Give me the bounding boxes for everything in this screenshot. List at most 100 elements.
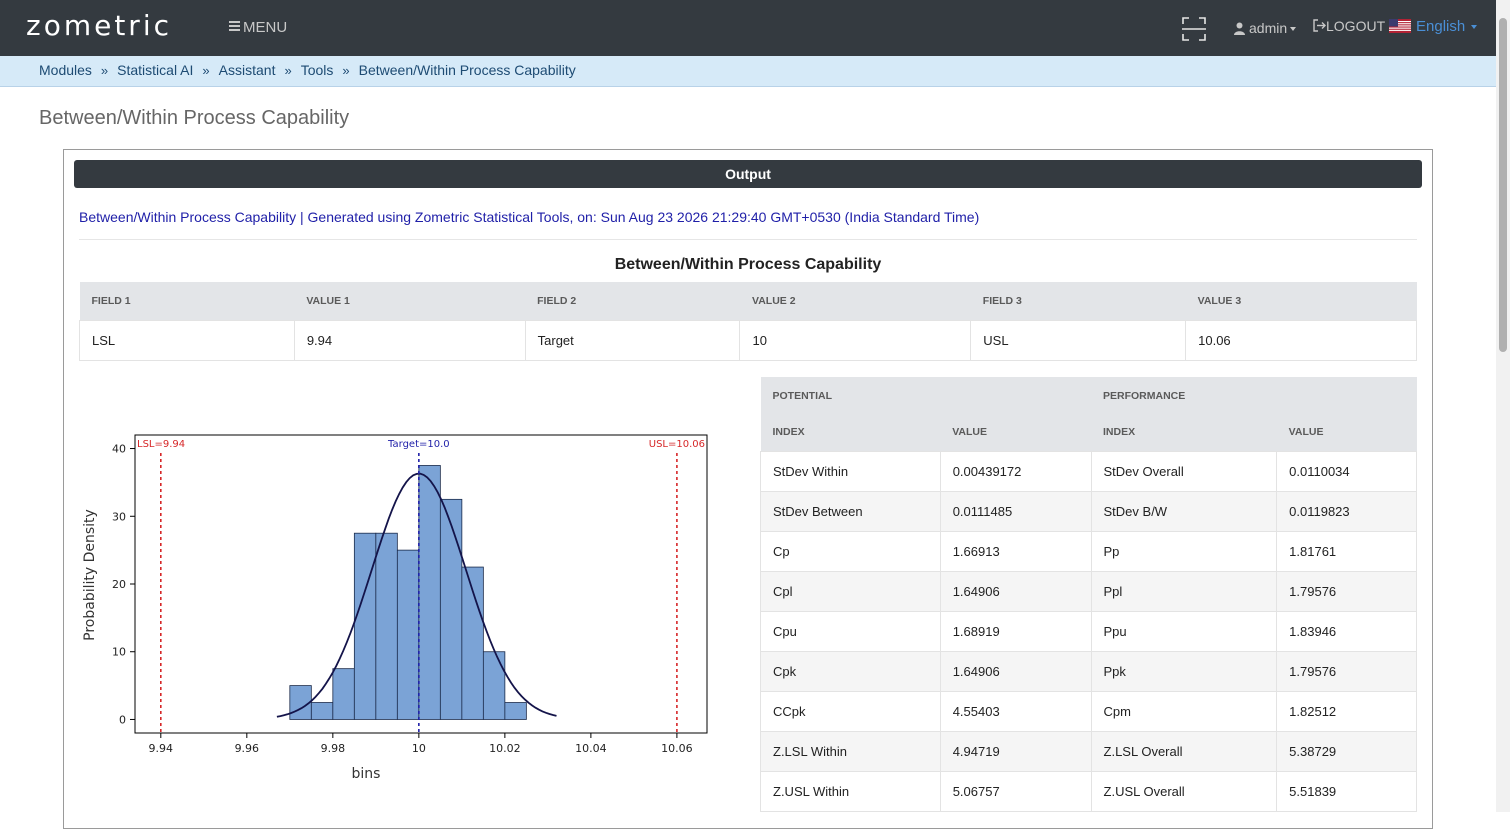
user-name: admin	[1249, 20, 1288, 36]
divider	[79, 239, 1417, 240]
table-cell: Pp	[1090, 530, 1278, 572]
breadcrumb-separator: »	[100, 63, 109, 78]
column-header: FIELD 3	[970, 282, 1186, 320]
logout-button[interactable]: LOGOUT	[1313, 18, 1385, 34]
us-flag-icon	[1389, 19, 1411, 33]
table-cell: Z.USL Within	[760, 770, 941, 812]
column-header: FIELD 1	[79, 282, 295, 320]
x-tick-label: 10.04	[575, 742, 607, 755]
fullscreen-scan-icon[interactable]	[1182, 17, 1206, 41]
reference-line-label: Target=10.0	[387, 439, 450, 450]
table-title: Between/Within Process Capability	[614, 256, 882, 273]
table-cell: Cpm	[1090, 690, 1278, 732]
y-tick-label: 30	[112, 510, 126, 523]
page-scrollbar[interactable]	[1496, 0, 1510, 812]
table-cell: 1.79576	[1276, 570, 1417, 612]
table-cell: 1.64906	[939, 650, 1092, 692]
table-cell: Cpu	[760, 610, 941, 652]
histogram-bar	[375, 532, 398, 720]
x-tick-label: 10.06	[661, 742, 693, 755]
table-cell: 1.68919	[939, 610, 1092, 652]
logout-icon	[1313, 19, 1326, 32]
y-tick-label: 20	[112, 578, 126, 591]
table-cell: Ppk	[1090, 650, 1278, 692]
histogram-bar	[482, 651, 506, 720]
table-cell: Target	[524, 319, 741, 361]
generated-info: Between/Within Process Capability | Gene…	[79, 209, 980, 225]
table-cell: 4.94719	[939, 730, 1092, 772]
table-cell: Z.LSL Overall	[1090, 730, 1278, 772]
column-header: VALUE 2	[739, 282, 971, 320]
column-header: VALUE	[940, 414, 1092, 451]
table-row: StDev Within 0.00439172 StDev Overall 0.011…	[760, 450, 1417, 492]
table-cell: Z.USL Overall	[1090, 770, 1278, 812]
table-row: Cpk 1.64906 Ppk 1.79576	[760, 650, 1417, 692]
breadcrumb-item[interactable]: Modules	[39, 62, 92, 78]
page-title: Between/Within Process Capability	[39, 107, 350, 129]
table-cell: Cpl	[760, 570, 941, 612]
table-cell: 0.0110034	[1276, 450, 1417, 492]
breadcrumb-item[interactable]: Tools	[301, 62, 334, 78]
histogram-bar	[310, 702, 334, 720]
x-tick-label: 9.98	[321, 742, 346, 755]
hamburger-icon	[229, 19, 240, 33]
column-header: INDEX	[760, 414, 941, 451]
table-row: Z.USL Within 5.06757 Z.USL Overall 5.51839	[760, 770, 1417, 812]
table-cell: 1.64906	[939, 570, 1092, 612]
column-header: FIELD 2	[525, 282, 740, 320]
table-cell: StDev Between	[760, 490, 941, 532]
group-header-potential: POTENTIAL	[760, 377, 1092, 414]
table-row: Cp 1.66913 Pp 1.81761	[760, 530, 1417, 572]
table-row: Cpl 1.64906 Ppl 1.79576	[760, 570, 1417, 612]
reference-line-label: LSL=9.94	[137, 439, 185, 450]
table-cell: LSL	[79, 319, 295, 361]
chevron-down-icon	[1471, 25, 1478, 29]
app-logo[interactable]: zometric	[26, 9, 172, 42]
table-cell: 1.82512	[1276, 690, 1417, 732]
breadcrumb-item[interactable]: Assistant	[219, 62, 276, 78]
scrollbar-thumb[interactable]	[1499, 18, 1507, 352]
table-cell: Cpk	[760, 650, 941, 692]
menu-label: MENU	[243, 19, 288, 36]
histogram-bar	[439, 498, 463, 720]
x-tick-label: 10.02	[489, 742, 520, 755]
breadcrumb: Modules » Statistical AI » Assistant » Tools » B…	[0, 56, 1496, 87]
table-row: StDev Between 0.0111485 StDev B/W 0.0119823	[760, 490, 1417, 532]
table-cell: 1.83946	[1276, 610, 1417, 652]
column-header: VALUE 1	[294, 282, 526, 320]
table-row: LSL 9.94 Target 10 USL 10.06	[79, 319, 1417, 361]
user-icon	[1234, 22, 1245, 35]
menu-button[interactable]: MENU	[229, 19, 287, 36]
capability-indices-table: POTENTIAL PERFORMANCE INDEX VALUE INDEX …	[760, 377, 1417, 812]
table-cell: Ppl	[1090, 570, 1278, 612]
table-row: Cpu 1.68919 Ppu 1.83946	[760, 610, 1417, 652]
group-header-performance: PERFORMANCE	[1091, 377, 1417, 414]
output-header[interactable]: Output	[74, 160, 1422, 188]
column-header: VALUE	[1276, 414, 1417, 451]
table-cell: 1.79576	[1276, 650, 1417, 692]
table-cell: 5.38729	[1276, 730, 1417, 772]
table-cell: 1.81761	[1276, 530, 1417, 572]
x-tick-label: 10	[412, 742, 426, 755]
y-axis-label: Probability Density	[82, 509, 98, 641]
table-cell: StDev Within	[760, 450, 941, 492]
y-tick-label: 0	[119, 713, 126, 726]
table-cell: 5.51839	[1276, 770, 1417, 812]
table-cell: 0.0119823	[1276, 490, 1417, 532]
x-tick-label: 9.94	[149, 742, 174, 755]
language-dropdown[interactable]: English	[1389, 18, 1478, 35]
breadcrumb-item[interactable]: Statistical AI	[117, 62, 193, 78]
table-cell: Z.LSL Within	[760, 730, 941, 772]
table-cell: StDev Overall	[1090, 450, 1278, 492]
chevron-down-icon	[1290, 27, 1297, 31]
breadcrumb-separator: »	[284, 63, 292, 78]
logout-label: LOGOUT	[1326, 18, 1386, 34]
breadcrumb-separator: »	[342, 63, 350, 78]
user-dropdown[interactable]: admin	[1234, 20, 1297, 36]
spec-limits-table: FIELD 1 VALUE 1 FIELD 2 VALUE 2 FIELD 3 …	[79, 282, 1417, 361]
table-cell: 9.94	[293, 319, 526, 361]
column-header: VALUE 3	[1185, 282, 1417, 320]
table-cell: 5.06757	[939, 770, 1092, 812]
table-cell: 4.55403	[939, 690, 1092, 732]
histogram-bar	[504, 702, 527, 720]
